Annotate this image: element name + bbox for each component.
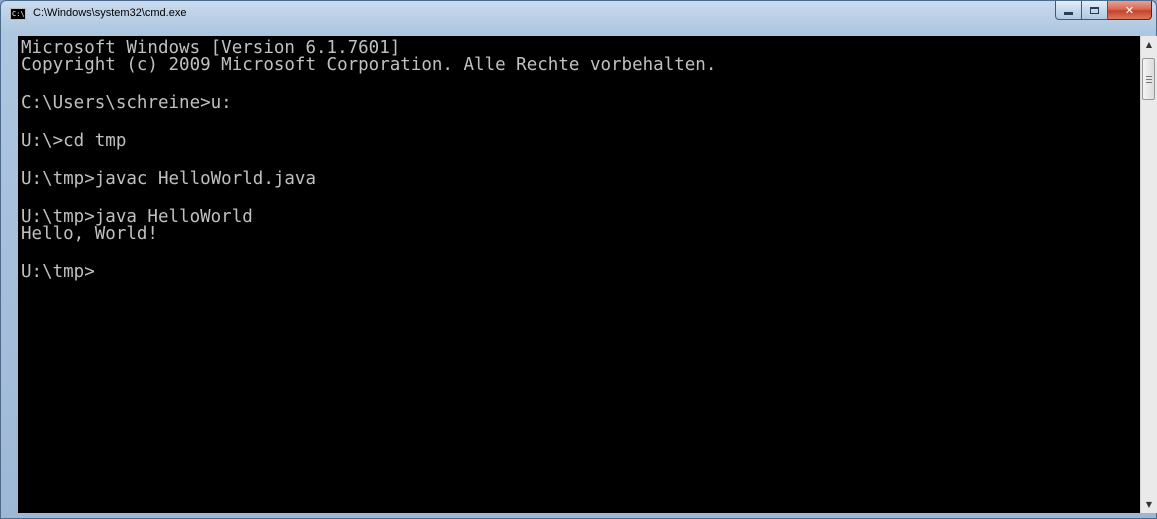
console-line: U:\>cd tmp bbox=[21, 131, 127, 151]
grip-line bbox=[1146, 76, 1152, 77]
console-line: Hello, World! bbox=[21, 224, 158, 244]
window-title: C:\Windows\system32\cmd.exe bbox=[33, 7, 187, 19]
console-output[interactable]: Microsoft Windows [Version 6.1.7601] Copy… bbox=[18, 36, 1140, 513]
maximize-icon bbox=[1090, 6, 1099, 14]
maximize-button[interactable] bbox=[1082, 1, 1108, 20]
window-controls: ✕ bbox=[1055, 1, 1152, 21]
title-bar[interactable]: C:\ C:\Windows\system32\cmd.exe ✕ bbox=[1, 1, 1156, 29]
scroll-up-button[interactable]: ▲ bbox=[1141, 36, 1157, 53]
console-line: U:\tmp> bbox=[21, 262, 95, 282]
minimize-button[interactable] bbox=[1055, 1, 1082, 20]
grip-line bbox=[1146, 79, 1152, 80]
minimize-icon bbox=[1064, 11, 1073, 15]
console-line: U:\tmp>java HelloWorld bbox=[21, 207, 253, 227]
scroll-thumb[interactable] bbox=[1142, 58, 1155, 100]
grip-line bbox=[1146, 82, 1152, 83]
arrow-down-icon: ▼ bbox=[1145, 500, 1153, 509]
cmd-icon[interactable]: C:\ bbox=[10, 8, 26, 20]
arrow-up-icon: ▲ bbox=[1145, 40, 1153, 49]
console-line: C:\Users\schreine>u: bbox=[21, 93, 232, 113]
scroll-down-button[interactable]: ▼ bbox=[1141, 496, 1157, 513]
console-line: U:\tmp>javac HelloWorld.java bbox=[21, 169, 317, 189]
close-icon: ✕ bbox=[1124, 3, 1135, 17]
close-button[interactable]: ✕ bbox=[1108, 1, 1152, 20]
cmd-window: C:\ C:\Windows\system32\cmd.exe ✕ Micros… bbox=[0, 0, 1157, 519]
console-line: Copyright (c) 2009 Microsoft Corporation… bbox=[21, 55, 717, 75]
console-text: Microsoft Windows [Version 6.1.7601] Copy… bbox=[18, 36, 1140, 281]
vertical-scrollbar[interactable]: ▲ ▼ bbox=[1140, 36, 1157, 513]
